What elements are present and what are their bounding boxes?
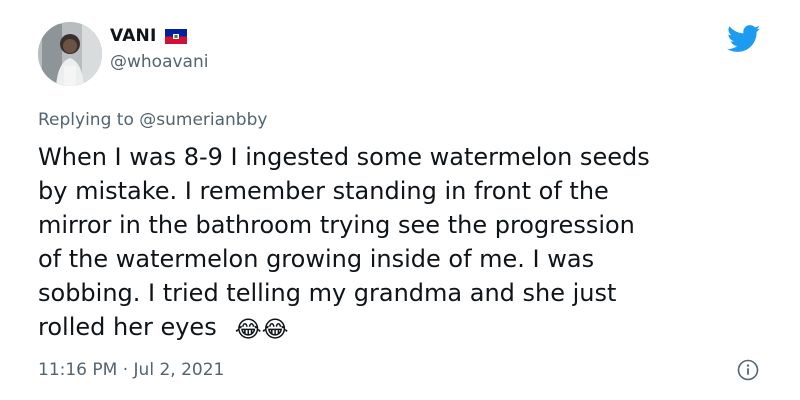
name-row: VANI [110, 26, 208, 46]
tweet-text-line: of the watermelon growing inside of me. … [38, 245, 595, 273]
info-icon[interactable] [737, 359, 759, 381]
reply-mention-link[interactable]: @sumerianbby [139, 110, 267, 130]
tweet-text-line: mirror in the bathroom trying see the pr… [38, 211, 635, 239]
twitter-bird-icon[interactable] [727, 25, 761, 53]
author-block: VANI @whoavani [110, 26, 208, 72]
tweet-text-line: sobbing. I tried telling my grandma and … [38, 279, 617, 307]
reply-context: Replying to @sumerianbby [38, 110, 267, 130]
tweet-text-line: When I was 8-9 I ingested some watermelo… [38, 143, 650, 171]
tweet-card: VANI @whoavani Replying to @sumerianbby … [0, 0, 800, 400]
display-name[interactable]: VANI [110, 26, 157, 46]
tweet-timestamp[interactable]: 11:16 PM · Jul 2, 2021 [38, 360, 224, 380]
face-with-tears-of-joy-icon: 😂 [261, 317, 289, 343]
avatar[interactable] [38, 22, 102, 86]
reply-prefix: Replying to [38, 110, 134, 130]
tweet-text: When I was 8-9 I ingested some watermelo… [38, 140, 778, 344]
tweet-text-line: rolled her eyes [38, 313, 217, 341]
profile-photo [38, 22, 102, 86]
haiti-flag-icon [164, 28, 187, 44]
user-handle[interactable]: @whoavani [110, 52, 208, 72]
tweet-text-line-last: rolled her eyes 😂😂 [38, 310, 778, 344]
tweet-text-line: by mistake. I remember standing in front… [38, 177, 609, 205]
face-with-tears-of-joy-icon: 😂 [234, 317, 262, 343]
